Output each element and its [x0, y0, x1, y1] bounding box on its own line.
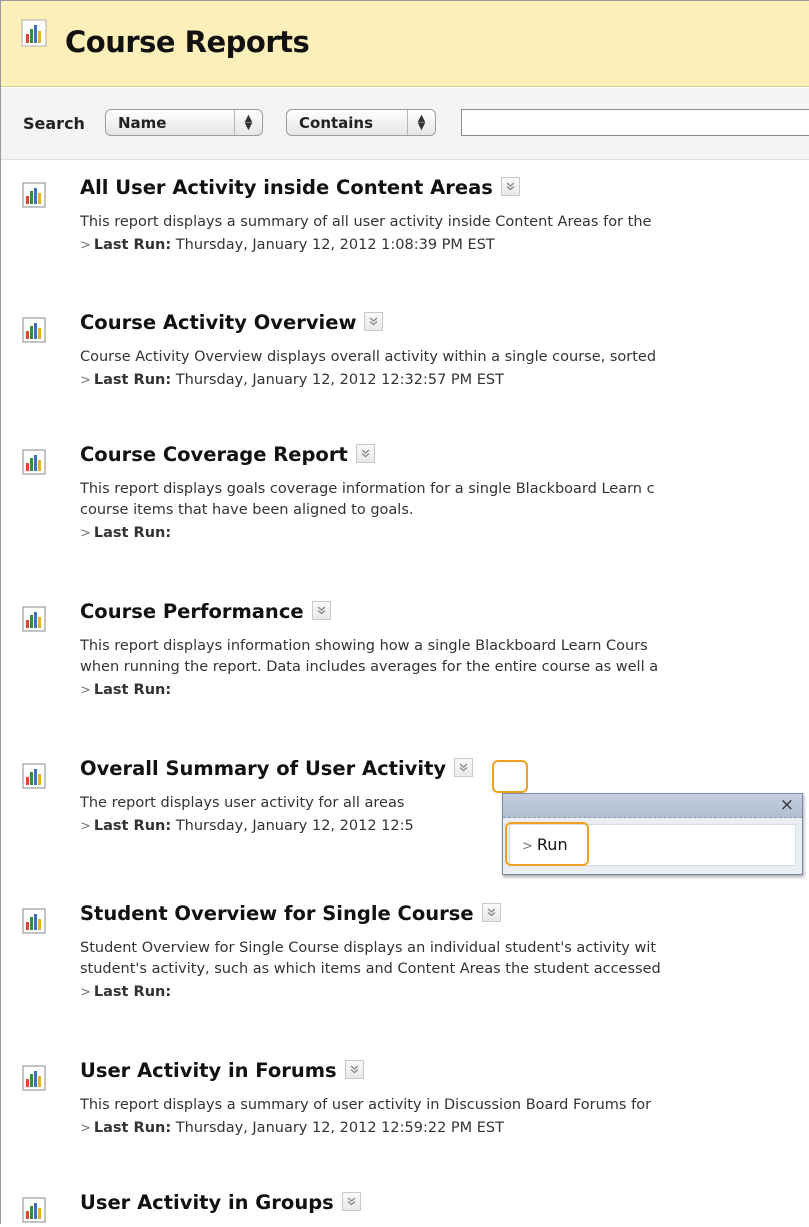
last-run-value: Thursday, January 12, 2012 12:59:22 PM E… [175, 1120, 504, 1136]
report-description-line: This report displays a summary of user a… [80, 1097, 652, 1113]
report-description-line: This report displays a summary of all us… [80, 214, 652, 230]
report-description-line: student's activity, such as which items … [80, 961, 661, 977]
field-select[interactable]: Name ▲ ▼ [105, 109, 263, 136]
report-title[interactable]: Course Activity Overview [80, 311, 384, 334]
report-description: This report displays a summary of user a… [80, 1095, 809, 1116]
report-title[interactable]: Overall Summary of User Activity [80, 757, 474, 780]
last-run: > Last Run: Thursday, January 12, 2012 12… [80, 372, 504, 388]
report-chart-icon [22, 606, 46, 636]
last-run: > Last Run: Thursday, January 12, 2012 1:… [80, 237, 495, 253]
page-title: Course Reports [65, 25, 310, 59]
operator-select-value: Contains [299, 114, 374, 132]
report-title-text: User Activity in Groups [80, 1191, 334, 1214]
chevron-double-down-icon[interactable] [311, 601, 331, 620]
field-select-value: Name [118, 114, 167, 132]
report-title-text: Course Coverage Report [80, 443, 348, 466]
report-title[interactable]: Course Coverage Report [80, 443, 375, 466]
last-run-label: Last Run: [93, 1120, 172, 1136]
last-run-label: Last Run: [93, 525, 172, 541]
report-description: This report displays information showing… [80, 636, 809, 678]
report-description-line: Course Activity Overview displays overal… [80, 349, 657, 365]
report-chart-icon [22, 182, 46, 212]
chevron-right-icon: > [80, 985, 91, 1000]
page-header: Course Reports [1, 1, 809, 87]
chevron-right-icon: > [80, 683, 91, 698]
report-chart-icon [22, 1197, 46, 1227]
menu-button-highlight [492, 760, 528, 793]
report-title[interactable]: All User Activity inside Content Areas [80, 176, 520, 199]
last-run: > Last Run: Thursday, January 12, 2012 12… [80, 818, 414, 834]
report-chart-icon [21, 19, 47, 51]
last-run-label: Last Run: [93, 237, 172, 253]
last-run: > Last Run: Thursday, January 12, 2012 12… [80, 1120, 504, 1136]
select-arrows-icon: ▲ ▼ [234, 110, 262, 135]
report-title-text: Student Overview for Single Course [80, 902, 474, 925]
report-chart-icon [22, 449, 46, 479]
last-run-value: Thursday, January 12, 2012 12:32:57 PM E… [175, 372, 504, 388]
report-title-text: All User Activity inside Content Areas [80, 176, 493, 199]
chevron-double-down-icon[interactable] [454, 758, 474, 777]
report-chart-icon [22, 908, 46, 938]
report-title-text: Course Activity Overview [80, 311, 357, 334]
chevron-double-down-icon[interactable] [481, 903, 501, 922]
chevron-double-down-icon[interactable] [341, 1192, 361, 1211]
report-description: This report displays a summary of all us… [80, 212, 809, 233]
select-arrows-icon: ▲ ▼ [407, 110, 435, 135]
report-description-line: course items that have been aligned to g… [80, 502, 414, 518]
report-description-line: This report displays goals coverage info… [80, 481, 655, 497]
chevron-right-icon: > [80, 238, 91, 253]
chevron-right-icon: > [80, 819, 91, 834]
close-icon[interactable]: × [780, 795, 794, 815]
report-chart-icon [22, 1065, 46, 1095]
chevron-right-icon: > [80, 373, 91, 388]
last-run: > Last Run: [80, 525, 171, 541]
chevron-double-down-icon[interactable] [500, 177, 520, 196]
report-chart-icon [22, 317, 46, 347]
chevron-double-down-icon[interactable] [344, 1060, 364, 1079]
last-run-label: Last Run: [93, 372, 172, 388]
report-title[interactable]: User Activity in Groups [80, 1191, 361, 1214]
report-title-text: Overall Summary of User Activity [80, 757, 447, 780]
report-description: This report displays goals coverage info… [80, 479, 809, 521]
last-run-label: Last Run: [93, 818, 172, 834]
report-title[interactable]: Student Overview for Single Course [80, 902, 501, 925]
operator-select[interactable]: Contains ▲ ▼ [286, 109, 436, 136]
chevron-double-down-icon[interactable] [355, 444, 375, 463]
run-highlight [505, 822, 589, 866]
report-description-line: Student Overview for Single Course displ… [80, 940, 657, 956]
report-description-line: This report displays information showing… [80, 638, 648, 654]
report-description: Student Overview for Single Course displ… [80, 938, 809, 980]
report-chart-icon [22, 763, 46, 793]
report-title[interactable]: Course Performance [80, 600, 331, 623]
last-run-label: Last Run: [93, 682, 172, 698]
chevron-right-icon: > [80, 1121, 91, 1136]
last-run: > Last Run: [80, 682, 171, 698]
last-run-label: Last Run: [93, 984, 172, 1000]
report-title-text: User Activity in Forums [80, 1059, 337, 1082]
report-title[interactable]: User Activity in Forums [80, 1059, 364, 1082]
search-label: Search [23, 114, 85, 133]
report-description-line: when running the report. Data includes a… [80, 659, 659, 675]
search-bar: Search Name ▲ ▼ Contains ▲ ▼ [1, 88, 809, 160]
last-run: > Last Run: [80, 984, 171, 1000]
popup-header: × [503, 794, 802, 818]
last-run-value: Thursday, January 12, 2012 1:08:39 PM ES… [175, 237, 495, 253]
search-input[interactable] [461, 109, 809, 136]
report-title-text: Course Performance [80, 600, 304, 623]
chevron-right-icon: > [80, 526, 91, 541]
last-run-value: Thursday, January 12, 2012 12:5 [175, 818, 414, 834]
chevron-double-down-icon[interactable] [364, 312, 384, 331]
report-description: Course Activity Overview displays overal… [80, 347, 809, 368]
